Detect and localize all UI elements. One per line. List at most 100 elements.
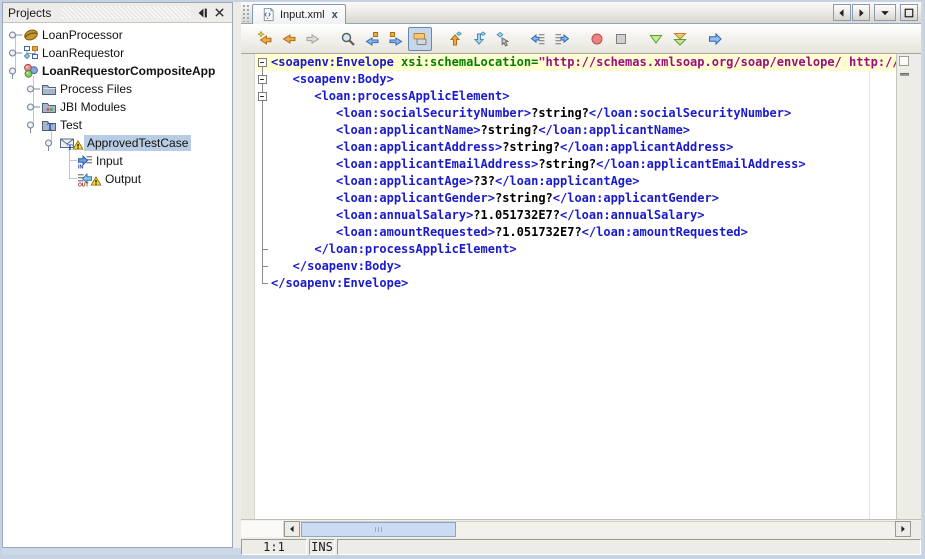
code-fold-toggle-icon[interactable] (255, 54, 271, 71)
check-xml-button[interactable] (668, 27, 692, 51)
tree-item-label: LoanRequestorCompositeApp (42, 64, 216, 78)
code-line-3[interactable]: <loan:processApplicElement> (255, 88, 896, 105)
insert-mode-indicator: INS (309, 539, 335, 555)
code-line-7[interactable]: <loan:applicantEmailAddress>?string?</lo… (255, 156, 896, 173)
tree-expand-handle-icon[interactable] (25, 99, 41, 115)
close-panel-icon[interactable] (211, 5, 227, 21)
warning-badge-icon (90, 175, 102, 187)
scroll-left-button[interactable] (284, 521, 300, 537)
select-element-button[interactable] (491, 27, 515, 51)
error-stripe-mark[interactable] (900, 73, 909, 76)
tree-item-label: Process Files (60, 82, 133, 96)
caret-position: 1:1 (241, 539, 307, 555)
scroll-tabs-right-button[interactable] (852, 4, 870, 21)
find-button[interactable] (336, 27, 360, 51)
editor-toolbar (241, 24, 921, 54)
tree-item-label: Test (60, 118, 83, 132)
editor-tab-bar: Input.xml x (241, 2, 921, 24)
error-stripe-status-box (899, 56, 909, 66)
tab-close-icon[interactable]: x (332, 9, 338, 21)
code-line-4[interactable]: <loan:socialSecurityNumber>?string?</loa… (255, 105, 896, 122)
tree-collapse-handle-icon[interactable] (43, 135, 59, 151)
tree-expand-handle-icon[interactable] (25, 81, 41, 97)
tree-item-output[interactable]: OUT Output (3, 170, 232, 188)
tree-item-loanrequestor[interactable]: LoanRequestor (3, 44, 232, 62)
project-tree: LoanProcessor LoanRequestor LoanRequestorC… (3, 23, 232, 547)
code-line-6[interactable]: <loan:applicantAddress>?string?</loan:ap… (255, 139, 896, 156)
code-line-text: <soapenv:Body> (271, 72, 394, 86)
toggle-highlight-button[interactable] (408, 26, 432, 51)
svg-text:T: T (47, 122, 53, 132)
move-down-button[interactable] (467, 27, 491, 51)
scroll-tabs-left-button[interactable] (833, 4, 851, 21)
tree-item-loanrequestorcompositeapp[interactable]: LoanRequestorCompositeApp (3, 62, 232, 80)
code-fold-line (255, 156, 271, 173)
previous-occurrence-button[interactable] (360, 27, 384, 51)
run-button[interactable] (703, 27, 727, 51)
code-line-1[interactable]: <soapenv:Envelope xsi:schemaLocation="ht… (255, 54, 896, 71)
tab-bar-grip[interactable] (242, 4, 251, 22)
tab-bar-controls (833, 4, 918, 21)
tree-collapse-handle-icon[interactable] (7, 63, 23, 79)
navigate-back-button[interactable] (277, 27, 301, 51)
scrollbar-thumb[interactable] (301, 522, 456, 537)
maximize-window-button[interactable] (900, 4, 918, 21)
code-line-text: <loan:processApplicElement> (271, 89, 510, 103)
test-folder-icon: T (41, 117, 57, 133)
record-macro-button[interactable] (585, 27, 609, 51)
move-up-button[interactable] (443, 27, 467, 51)
tree-item-loanprocessor[interactable]: LoanProcessor (3, 26, 232, 44)
panel-splitter[interactable] (233, 2, 241, 548)
code-fold-toggle-icon[interactable] (255, 88, 271, 105)
folder-icon (41, 81, 57, 97)
code-line-10[interactable]: <loan:annualSalary>?1.051732E7?</loan:an… (255, 207, 896, 224)
tree-expand-handle-icon[interactable] (7, 27, 23, 43)
tree-item-approvedtestcase[interactable]: T ApprovedTestCase (3, 134, 232, 152)
code-line-5[interactable]: <loan:applicantName>?string?</loan:appli… (255, 122, 896, 139)
svg-text:OUT: OUT (78, 183, 89, 188)
tree-item-label: LoanRequestor (42, 46, 125, 60)
tree-collapse-handle-icon[interactable] (25, 117, 41, 133)
code-line-2[interactable]: <soapenv:Body> (255, 71, 896, 88)
shift-left-button[interactable] (526, 27, 550, 51)
code-line-text: <soapenv:Envelope xsi:schemaLocation="ht… (271, 55, 896, 69)
code-line-11[interactable]: <loan:amountRequested>?1.051732E7?</loan… (255, 224, 896, 241)
toolbar-separator (432, 27, 443, 51)
toolbar-separator (633, 27, 644, 51)
minimize-window-icon[interactable] (195, 5, 211, 21)
validate-xml-button[interactable] (644, 27, 668, 51)
horizontal-scrollbar (241, 519, 921, 538)
tab-label: Input.xml (280, 8, 325, 21)
projects-panel: Projects LoanProcessor LoanRequestor LoanR… (2, 2, 233, 548)
scrollbar-track[interactable] (300, 521, 895, 537)
code-line-8[interactable]: <loan:applicantAge>?3?</loan:applicantAg… (255, 173, 896, 190)
tab-input-xml[interactable]: Input.xml x (252, 4, 346, 24)
code-line-13[interactable]: </soapenv:Body> (255, 258, 896, 275)
toolbar-separator (515, 27, 526, 51)
navigate-forward-button[interactable] (301, 27, 325, 51)
stop-macro-button[interactable] (609, 27, 633, 51)
tree-item-jbi-modules[interactable]: JBI Modules (3, 98, 232, 116)
toolbar-separator (325, 27, 336, 51)
code-line-text: </loan:processApplicElement> (271, 242, 517, 256)
jump-to-last-edit-button[interactable] (253, 27, 277, 51)
code-line-14[interactable]: </soapenv:Envelope> (255, 275, 896, 292)
code-fold-toggle-icon[interactable] (255, 71, 271, 88)
shift-right-button[interactable] (550, 27, 574, 51)
tree-item-test[interactable]: T Test (3, 116, 232, 134)
tree-item-process-files[interactable]: Process Files (3, 80, 232, 98)
jbi-modules-folder-icon (41, 99, 57, 115)
code-line-9[interactable]: <loan:applicantGender>?string?</loan:app… (255, 190, 896, 207)
code-lines[interactable]: <soapenv:Envelope xsi:schemaLocation="ht… (255, 54, 896, 519)
ide-window: Projects LoanProcessor LoanRequestor LoanR… (0, 0, 925, 559)
next-occurrence-button[interactable] (384, 27, 408, 51)
tree-item-input[interactable]: IN Input (3, 152, 232, 170)
code-line-12[interactable]: </loan:processApplicElement> (255, 241, 896, 258)
scroll-right-button[interactable] (895, 521, 911, 537)
ide-window-inner: Projects LoanProcessor LoanRequestor LoanR… (2, 2, 923, 555)
code-line-text: <loan:applicantAge>?3?</loan:applicantAg… (271, 174, 640, 188)
tab-list-dropdown-button[interactable] (874, 4, 896, 21)
status-message-area (337, 539, 921, 555)
tree-expand-handle-icon[interactable] (7, 45, 23, 61)
